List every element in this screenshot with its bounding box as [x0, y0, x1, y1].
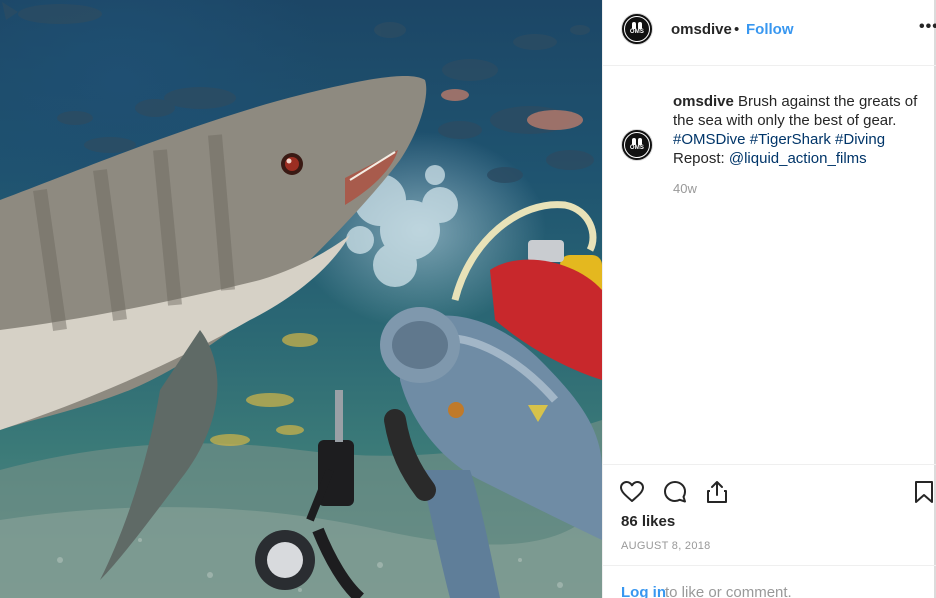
oms-logo: OMS — [624, 16, 650, 42]
bookmark-icon[interactable] — [911, 479, 936, 505]
heart-icon[interactable] — [619, 479, 645, 505]
header-username[interactable]: omsdive — [671, 21, 732, 38]
post-date: AUGUST 8, 2018 — [621, 540, 711, 552]
post-caption: omsdive Brush against the greats of the … — [673, 92, 925, 168]
repost-label: Repost: — [673, 150, 725, 167]
comment-icon[interactable] — [662, 479, 688, 505]
login-prompt-text: to like or comment. — [665, 584, 792, 598]
post-header: OMS omsdive • Follow ••• — [603, 0, 936, 66]
shark-diver-illustration — [0, 2, 602, 598]
post-photo[interactable] — [0, 0, 602, 598]
hashtag-link[interactable]: #OMSDive — [673, 131, 746, 148]
header-separator: • — [734, 21, 740, 38]
post-age: 40w — [673, 181, 697, 196]
tanks-icon — [631, 22, 643, 29]
login-prompt: Log in to like or comment. — [603, 565, 936, 598]
oms-logo: OMS — [624, 132, 650, 158]
caption-avatar[interactable]: OMS — [621, 129, 653, 161]
more-options-icon[interactable]: ••• — [919, 18, 936, 36]
logo-text: OMS — [629, 145, 645, 151]
repost-handle-link[interactable]: @liquid_action_films — [729, 150, 867, 167]
hashtag-link[interactable]: #Diving — [835, 131, 885, 148]
caption-username[interactable]: omsdive — [673, 93, 734, 110]
tanks-icon — [631, 138, 643, 145]
follow-button[interactable]: Follow — [746, 21, 794, 38]
logo-text: OMS — [629, 29, 645, 35]
post-side-panel: OMS omsdive • Follow ••• OMS omsdive Bru… — [602, 0, 936, 598]
likes-count[interactable]: 86 likes — [621, 513, 675, 530]
hashtag-link[interactable]: #TigerShark — [750, 131, 831, 148]
avatar[interactable]: OMS — [621, 13, 653, 45]
login-link[interactable]: Log in — [621, 584, 666, 598]
post-actions: 86 likes AUGUST 8, 2018 Log in to like o… — [603, 464, 936, 598]
share-icon[interactable] — [704, 479, 730, 505]
